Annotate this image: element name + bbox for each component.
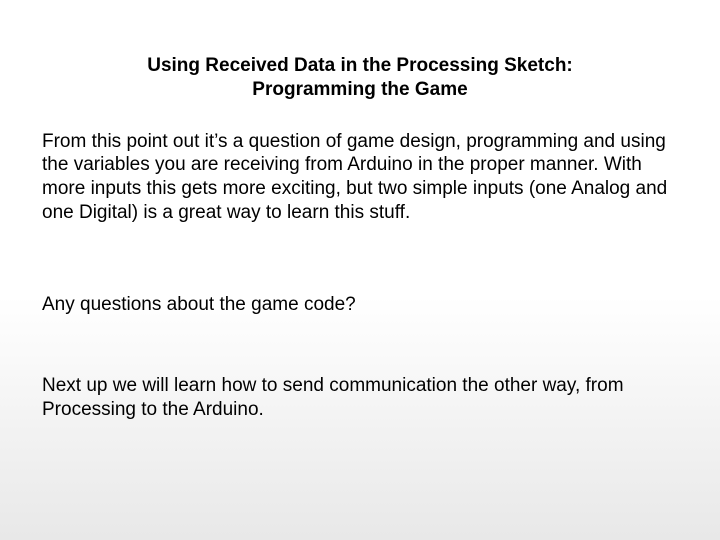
paragraph-1: From this point out it’s a question of g… <box>42 130 678 225</box>
slide: Using Received Data in the Processing Sk… <box>0 0 720 540</box>
title-line-1: Using Received Data in the Processing Sk… <box>147 55 573 76</box>
paragraph-2: Any questions about the game code? <box>42 293 678 317</box>
title-line-2: Programming the Game <box>252 79 467 100</box>
paragraph-3: Next up we will learn how to send commun… <box>42 374 678 422</box>
slide-title: Using Received Data in the Processing Sk… <box>42 54 678 102</box>
